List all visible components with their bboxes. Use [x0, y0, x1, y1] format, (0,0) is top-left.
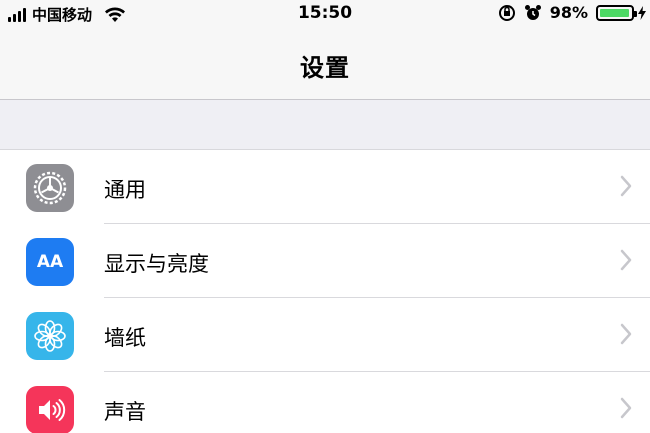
settings-list: 通用 AA 显示与亮度 墙纸 声音: [0, 150, 650, 433]
settings-item-label: 显示与亮度: [104, 252, 209, 276]
section-spacer: [0, 100, 650, 150]
chevron-right-icon: [620, 397, 632, 419]
settings-item-label: 声音: [104, 400, 146, 424]
battery-fill: [600, 8, 630, 17]
flower-icon: [26, 312, 74, 360]
alarm-icon: [524, 4, 541, 20]
settings-item-label: 通用: [104, 178, 146, 202]
chevron-right-icon: [620, 323, 632, 345]
chevron-right-icon: [620, 175, 632, 197]
settings-item-label: 墙纸: [104, 326, 146, 350]
charging-icon: [638, 5, 646, 20]
gear-icon: [26, 164, 74, 212]
navigation-bar: 设置: [0, 26, 650, 100]
settings-item-wallpaper[interactable]: 墙纸: [0, 298, 650, 372]
text-size-icon: AA: [26, 238, 74, 286]
battery-percent: 98%: [549, 3, 588, 22]
speaker-icon: [26, 386, 74, 433]
page-title: 设置: [300, 54, 350, 82]
battery-icon: [596, 4, 637, 21]
settings-item-display-brightness[interactable]: AA 显示与亮度: [0, 224, 650, 298]
chevron-right-icon: [620, 249, 632, 271]
settings-item-general[interactable]: 通用: [0, 150, 650, 224]
settings-item-sound[interactable]: 声音: [0, 372, 650, 433]
status-right: 98%: [498, 3, 646, 22]
settings-screen: 中国移动 15:50 98% 设置 通用 AA 显示与亮度 墙纸 声音: [0, 0, 650, 433]
status-bar: 中国移动 15:50 98%: [0, 0, 650, 26]
orientation-lock-icon: [498, 4, 515, 21]
